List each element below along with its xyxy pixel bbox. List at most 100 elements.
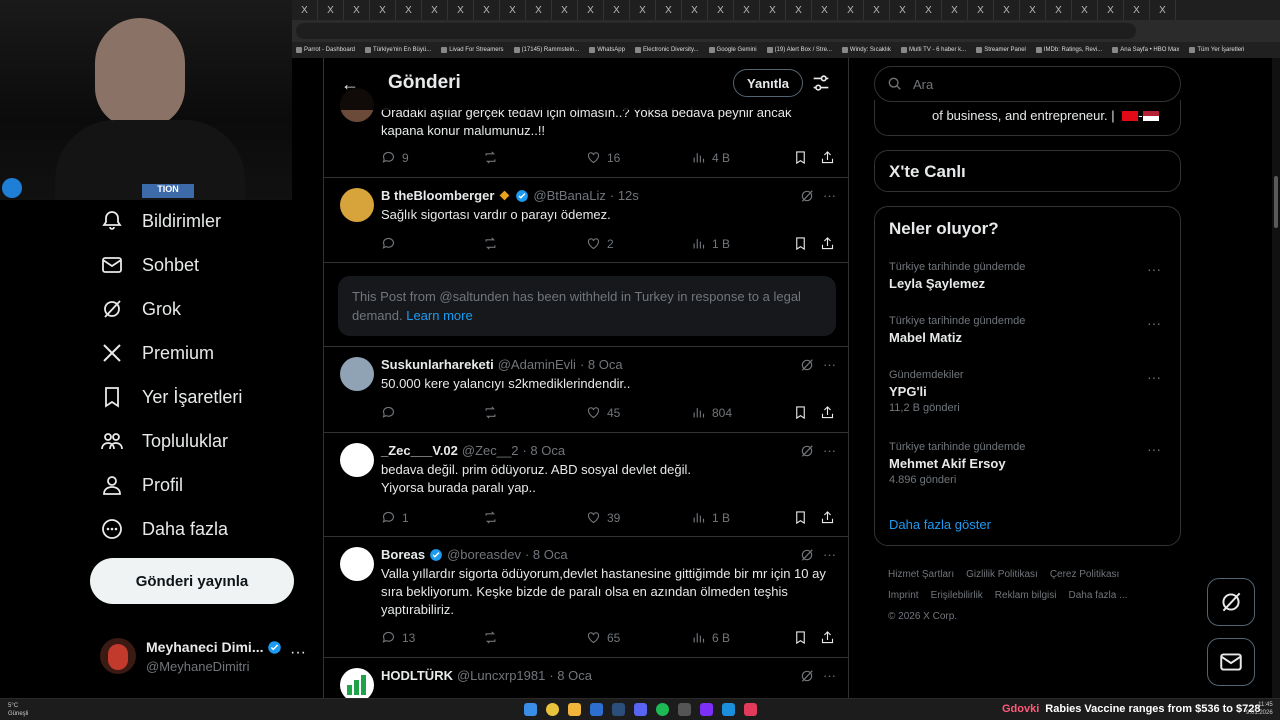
grok-icon[interactable] bbox=[799, 668, 815, 684]
reply-action[interactable] bbox=[381, 405, 402, 420]
nav-profile[interactable]: Profil bbox=[100, 465, 183, 505]
bookmark-item[interactable]: Livad For Streamers bbox=[441, 47, 504, 53]
app-icon[interactable] bbox=[744, 703, 757, 716]
like-action[interactable]: 2 bbox=[586, 236, 614, 251]
nav-messages[interactable]: Sohbet bbox=[100, 245, 199, 285]
views-action[interactable]: 1 B bbox=[691, 510, 730, 525]
nav-notifications[interactable]: Bildirimler bbox=[100, 201, 221, 241]
post-button[interactable]: Gönderi yayınla bbox=[90, 558, 294, 604]
back-arrow-icon[interactable]: ← bbox=[338, 72, 362, 96]
app-icon[interactable] bbox=[678, 703, 691, 716]
clock[interactable]: 11:45 9.01.2026 bbox=[1246, 701, 1273, 717]
more-icon[interactable]: ··· bbox=[823, 668, 836, 684]
trend-item[interactable]: Türkiye tarihinde gündemde Mehmet Akif E… bbox=[889, 441, 1169, 486]
reply-action[interactable]: 13 bbox=[381, 630, 415, 645]
nav-premium[interactable]: Premium bbox=[100, 333, 214, 373]
folder-icon[interactable] bbox=[568, 703, 581, 716]
author-handle[interactable]: @boreasdev bbox=[447, 547, 521, 562]
more-icon[interactable]: ··· bbox=[290, 644, 306, 662]
scrollbar[interactable] bbox=[1272, 58, 1280, 698]
bookmark-item[interactable]: (17145) Rammstein... bbox=[513, 47, 579, 53]
author-handle[interactable]: @AdaminEvli bbox=[498, 357, 576, 372]
like-action[interactable]: 16 bbox=[586, 150, 620, 165]
footer-link[interactable]: Imprint bbox=[888, 590, 919, 601]
live-card[interactable]: X'te Canlı bbox=[874, 150, 1181, 192]
browser-tab[interactable]: X bbox=[760, 0, 786, 20]
reply-button[interactable]: Yanıtla bbox=[733, 69, 803, 97]
bookmark-item[interactable]: Electronic Diversity... bbox=[634, 47, 699, 53]
grok-icon[interactable] bbox=[799, 547, 815, 563]
browser-tab[interactable]: X bbox=[1150, 0, 1176, 20]
trend-item[interactable]: Türkiye tarihinde gündemde Leyla Şayleme… bbox=[889, 261, 1169, 291]
grok-icon[interactable] bbox=[799, 443, 815, 459]
browser-tab[interactable]: X bbox=[656, 0, 682, 20]
bookmark-item[interactable]: Tüm Yer İşaretleri bbox=[1189, 47, 1244, 53]
browser-tab[interactable]: X bbox=[552, 0, 578, 20]
post-item[interactable]: B theBloomberger @BtBanaLiz · 12s ··· Sa… bbox=[324, 178, 848, 263]
browser-tab[interactable]: X bbox=[812, 0, 838, 20]
bookmark-action[interactable] bbox=[793, 150, 808, 165]
views-action[interactable]: 6 B bbox=[691, 630, 730, 645]
more-icon[interactable]: ··· bbox=[823, 357, 836, 373]
author-handle[interactable]: @BtBanaLiz bbox=[533, 188, 605, 203]
more-icon[interactable]: ··· bbox=[823, 443, 836, 459]
browser-tab[interactable]: X bbox=[942, 0, 968, 20]
spotify-icon[interactable] bbox=[656, 703, 669, 716]
browser-tab[interactable]: X bbox=[422, 0, 448, 20]
steam-icon[interactable] bbox=[612, 703, 625, 716]
share-action[interactable] bbox=[820, 236, 835, 251]
views-action[interactable]: 1 B bbox=[691, 236, 730, 251]
footer-link[interactable]: Çerez Politikası bbox=[1050, 569, 1119, 580]
trend-item[interactable]: Gündemdekiler YPG'li 11,2 B gönderi ··· bbox=[889, 369, 1169, 414]
footer-link[interactable]: Gizlilik Politikası bbox=[966, 569, 1038, 580]
browser-tab[interactable]: X bbox=[396, 0, 422, 20]
author-handle[interactable]: @Zec__2 bbox=[462, 443, 519, 458]
browser-tab[interactable]: X bbox=[786, 0, 812, 20]
like-action[interactable]: 45 bbox=[586, 405, 620, 420]
bookmark-action[interactable] bbox=[793, 236, 808, 251]
browser-tab[interactable]: X bbox=[292, 0, 318, 20]
browser-tab[interactable]: X bbox=[604, 0, 630, 20]
search-input[interactable]: Ara bbox=[874, 66, 1181, 102]
grok-icon[interactable] bbox=[799, 357, 815, 373]
bookmark-item[interactable]: IMDb: Ratings, Revi... bbox=[1035, 47, 1102, 53]
browser-tab[interactable]: X bbox=[916, 0, 942, 20]
browser-tab[interactable]: X bbox=[890, 0, 916, 20]
url-field[interactable] bbox=[296, 23, 1136, 39]
browser-tab[interactable]: X bbox=[630, 0, 656, 20]
browser-tab[interactable]: X bbox=[1098, 0, 1124, 20]
nav-grok[interactable]: Grok bbox=[100, 289, 181, 329]
browser-tab[interactable]: X bbox=[578, 0, 604, 20]
show-more-link[interactable]: Daha fazla göster bbox=[889, 517, 991, 532]
views-action[interactable]: 4 B bbox=[691, 150, 730, 165]
browser-tab[interactable]: X bbox=[682, 0, 708, 20]
grok-icon[interactable] bbox=[799, 188, 815, 204]
browser-tab[interactable]: X bbox=[838, 0, 864, 20]
account-switcher[interactable]: Meyhaneci Dimi... @MeyhaneDimitri ··· bbox=[100, 636, 310, 676]
browser-tab[interactable]: X bbox=[1124, 0, 1150, 20]
browser-tab[interactable]: X bbox=[474, 0, 500, 20]
share-action[interactable] bbox=[820, 630, 835, 645]
author-name[interactable]: Suskunlarhareketi bbox=[381, 357, 494, 372]
browser-tab[interactable]: X bbox=[864, 0, 890, 20]
bookmark-item[interactable]: Parrot - Dashboard bbox=[296, 47, 355, 53]
post-date[interactable]: · 8 Oca bbox=[522, 443, 565, 458]
bookmark-item[interactable]: Ana Sayfa • HBO Max bbox=[1112, 47, 1179, 53]
post-item[interactable]: Boreas @boreasdev · 8 Oca ··· Valla yıll… bbox=[324, 537, 848, 658]
footer-link[interactable]: Hizmet Şartları bbox=[888, 569, 954, 580]
more-icon[interactable]: ··· bbox=[823, 547, 836, 563]
browser-tab[interactable]: X bbox=[448, 0, 474, 20]
post-date[interactable]: · 8 Oca bbox=[580, 357, 623, 372]
share-action[interactable] bbox=[820, 510, 835, 525]
browser-tab[interactable]: X bbox=[318, 0, 344, 20]
browser-tab[interactable]: X bbox=[1020, 0, 1046, 20]
weather-widget[interactable]: 5°C Güneşli bbox=[8, 702, 28, 718]
reply-action[interactable]: 1 bbox=[381, 510, 409, 525]
app-icon[interactable] bbox=[722, 703, 735, 716]
browser-tab[interactable]: X bbox=[500, 0, 526, 20]
share-action[interactable] bbox=[820, 405, 835, 420]
app-icon[interactable] bbox=[700, 703, 713, 716]
post-item[interactable]: _Zec___V.02 @Zec__2 · 8 Oca ··· bedava d… bbox=[324, 433, 848, 537]
browser-tab[interactable]: X bbox=[968, 0, 994, 20]
like-action[interactable]: 65 bbox=[586, 630, 620, 645]
